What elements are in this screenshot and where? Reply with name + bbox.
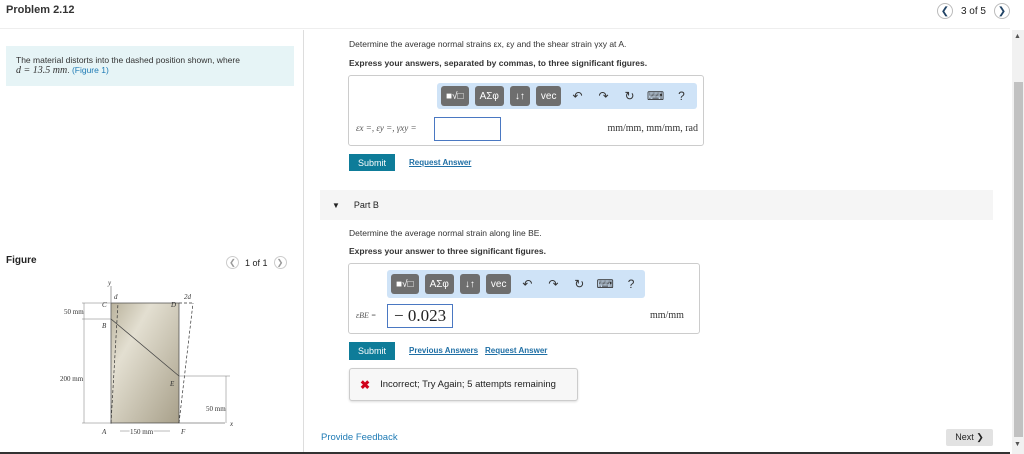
figure-pager: ❮ 1 of 1 ❯ (226, 256, 287, 269)
greek-button[interactable]: ΑΣφ (424, 274, 454, 294)
label-d-point: D (170, 301, 176, 309)
keyboard-icon[interactable]: ⌨ (595, 277, 615, 291)
figure-link[interactable]: (Figure 1) (72, 65, 109, 75)
previous-answers-link[interactable]: Previous Answers (409, 346, 478, 355)
part-b-question: Determine the average normal strain alon… (349, 228, 542, 238)
undo-icon[interactable]: ↶ (517, 277, 537, 291)
label-y: y (107, 279, 112, 287)
scrollbar-thumb[interactable] (1014, 82, 1023, 437)
keyboard-icon[interactable]: ⌨ (645, 89, 665, 103)
feedback-text: Incorrect; Try Again; 5 attempts remaini… (380, 379, 556, 390)
part-b-submit-button[interactable]: Submit (349, 342, 395, 360)
next-problem-button[interactable]: ❯ (994, 3, 1010, 19)
part-b-answer-input[interactable]: − 0.023 (387, 304, 453, 328)
part-a-label: εx =, εy =, γxy = (356, 123, 417, 133)
figure-diagram: y x d 2d C D B E A F 50 mm 200 mm 50 mm … (60, 279, 234, 437)
problem-position: 3 of 5 (960, 5, 986, 17)
label-e: E (169, 380, 175, 388)
templates-button[interactable]: ■√□ (441, 86, 469, 106)
redo-icon[interactable]: ↷ (593, 89, 613, 103)
label-2d: 2d (184, 293, 192, 301)
next-button[interactable]: Next ❯ (946, 429, 993, 446)
label-d: d (114, 293, 118, 301)
part-a-request-answer-link[interactable]: Request Answer (409, 158, 471, 167)
problem-intro: The material distorts into the dashed po… (6, 46, 294, 86)
greek-button[interactable]: ΑΣφ (474, 86, 504, 106)
templates-button[interactable]: ■√□ (391, 274, 419, 294)
problem-title: Problem 2.12 (6, 4, 75, 16)
part-a-submit-button[interactable]: Submit (349, 154, 395, 171)
part-a-question: Determine the average normal strains εx,… (349, 39, 627, 49)
collapse-caret-icon: ▼ (332, 200, 340, 210)
material-block (110, 302, 180, 424)
scroll-down-icon[interactable]: ▼ (1014, 441, 1021, 448)
scroll-up-icon[interactable]: ▲ (1014, 33, 1021, 40)
dim-50mm-top: 50 mm (64, 308, 84, 316)
divider (0, 28, 1010, 29)
part-a-units: mm/mm, mm/mm, rad (607, 123, 698, 134)
intro-math: d = 13.5 mm (16, 65, 68, 76)
prev-figure-button[interactable]: ❮ (226, 256, 239, 269)
part-b-header[interactable]: ▼ Part B (320, 190, 993, 220)
part-a-instruction: Express your answers, separated by comma… (349, 58, 648, 68)
label-c: C (102, 301, 107, 309)
undo-icon[interactable]: ↶ (567, 89, 587, 103)
next-figure-button[interactable]: ❯ (273, 256, 287, 269)
label-b: B (102, 322, 107, 330)
reset-icon[interactable]: ↻ (569, 277, 589, 291)
intro-text: The material distorts into the dashed po… (16, 55, 240, 65)
panel-divider (303, 30, 304, 454)
part-b-toolbar: ■√□ ΑΣφ ↓↑ vec ↶ ↷ ↻ ⌨ ? (387, 270, 645, 298)
label-x: x (229, 420, 234, 428)
prev-problem-button[interactable]: ❮ (936, 3, 953, 19)
part-b-title: Part B (353, 200, 379, 210)
feedback-message: ✖ Incorrect; Try Again; 5 attempts remai… (349, 368, 578, 401)
dim-200mm: 200 mm (60, 375, 84, 383)
part-b-request-answer-link[interactable]: Request Answer (485, 346, 547, 355)
problem-pager: ❮ 3 of 5 ❯ (936, 3, 1010, 19)
help-icon[interactable]: ? (671, 89, 691, 103)
label-f: F (180, 428, 186, 436)
part-b-units: mm/mm (650, 310, 684, 321)
dim-150mm: 150 mm (130, 428, 154, 436)
arrows-button[interactable]: ↓↑ (509, 86, 530, 106)
error-x-icon: ✖ (360, 377, 371, 392)
part-a-toolbar: ■√□ ΑΣφ ↓↑ vec ↶ ↷ ↻ ⌨ ? (437, 83, 697, 109)
vec-button[interactable]: vec (485, 274, 512, 294)
part-b-instruction: Express your answer to three significant… (349, 246, 546, 256)
provide-feedback-link[interactable]: Provide Feedback (321, 432, 398, 443)
figure-label: Figure (6, 255, 37, 266)
help-icon[interactable]: ? (621, 277, 641, 291)
figure-position: 1 of 1 (245, 257, 268, 268)
label-a: A (101, 428, 107, 436)
reset-icon[interactable]: ↻ (619, 89, 639, 103)
redo-icon[interactable]: ↷ (543, 277, 563, 291)
arrows-button[interactable]: ↓↑ (459, 274, 480, 294)
dim-50mm-right: 50 mm (206, 405, 226, 413)
part-b-label: εBE = (356, 311, 377, 320)
part-a-answer-input[interactable] (434, 117, 501, 141)
vec-button[interactable]: vec (535, 86, 562, 106)
